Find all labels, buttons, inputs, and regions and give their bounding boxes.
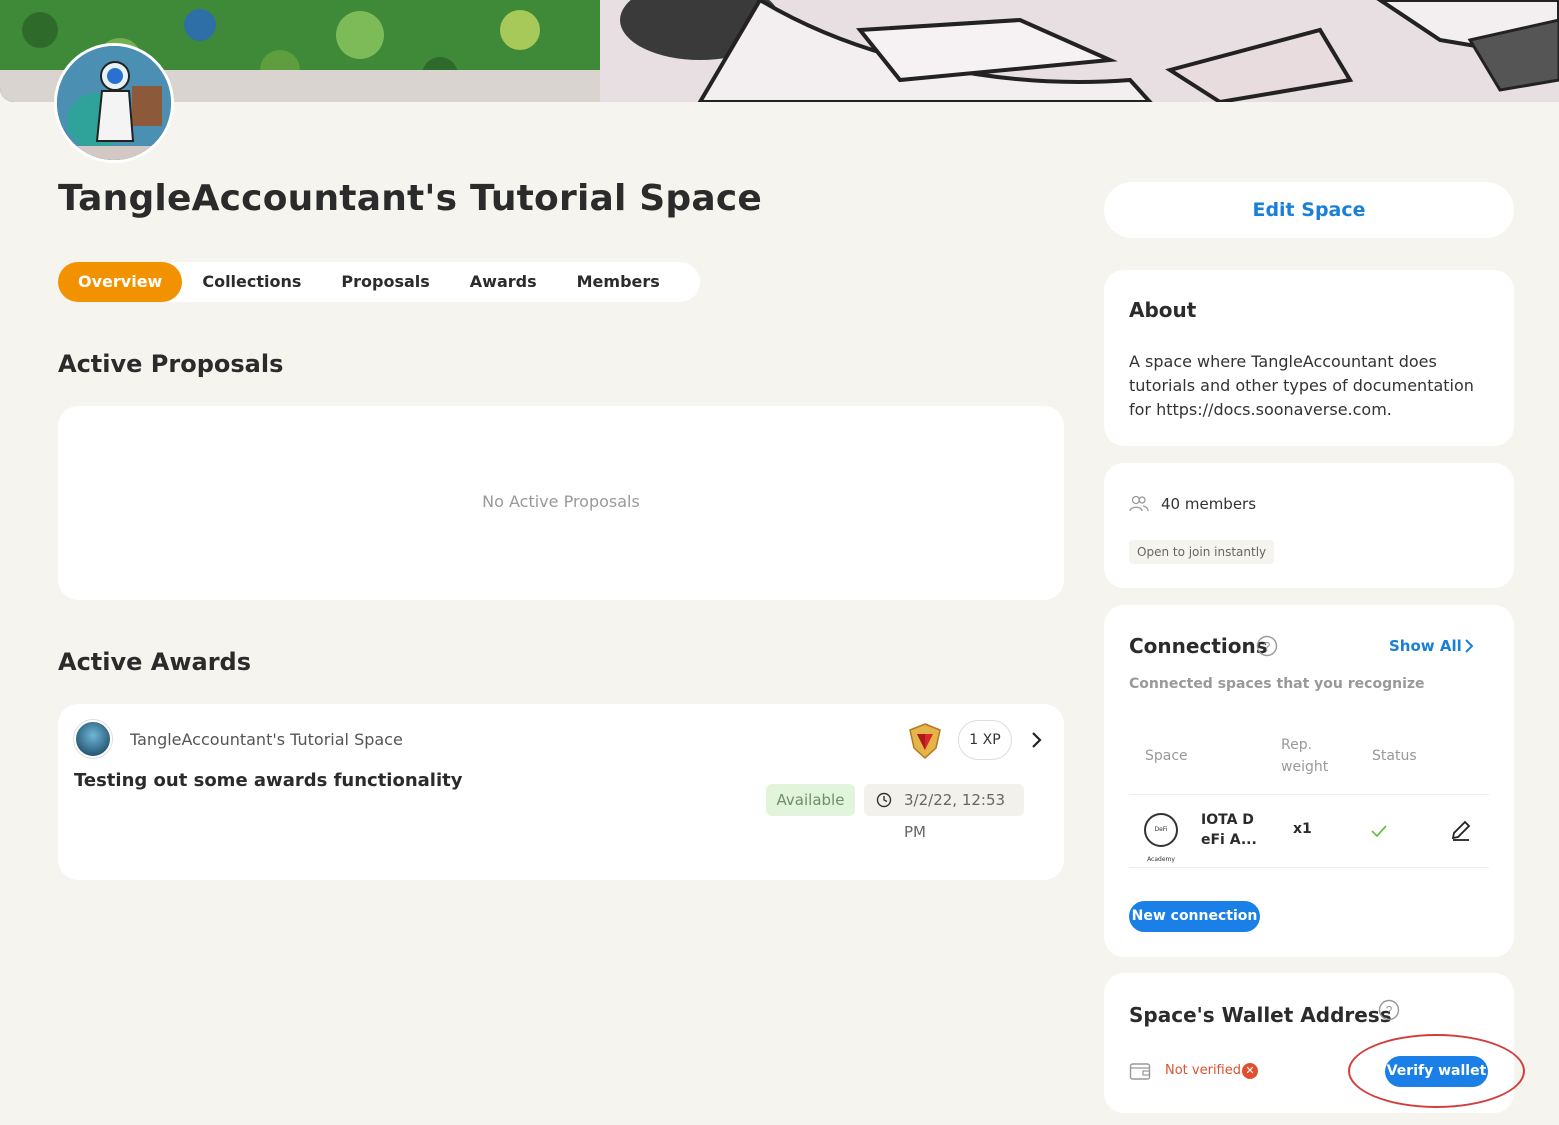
- col-rep-weight: Rep. weight: [1281, 734, 1328, 778]
- space-banner: [0, 0, 1559, 102]
- connection-logo: DeFi Academy: [1144, 813, 1178, 863]
- wallet-status: Not verified: [1165, 1063, 1241, 1078]
- tab-collections[interactable]: Collections: [182, 262, 321, 302]
- about-heading: About: [1129, 298, 1197, 322]
- verify-wallet-button[interactable]: Verify wallet: [1385, 1056, 1488, 1087]
- members-card: 40 members Open to join instantly: [1104, 463, 1514, 588]
- wallet-icon: [1129, 1061, 1151, 1085]
- award-title[interactable]: Testing out some awards functionality: [74, 770, 463, 791]
- col-status: Status: [1372, 748, 1417, 764]
- award-date-text: 3/2/22, 12:53 PM: [904, 791, 1006, 841]
- connections-subtitle: Connected spaces that you recognize: [1129, 676, 1425, 692]
- award-space-name[interactable]: TangleAccountant's Tutorial Space: [130, 730, 403, 749]
- check-icon: [1370, 823, 1388, 842]
- chevron-right-icon[interactable]: [1461, 636, 1477, 660]
- tab-awards[interactable]: Awards: [450, 262, 557, 302]
- svg-text:?: ?: [1386, 1004, 1393, 1018]
- members-count: 40 members: [1161, 495, 1257, 513]
- connections-heading: Connections: [1129, 634, 1268, 658]
- award-space-avatar: [74, 720, 112, 758]
- col-rep-weight-line1: Rep.: [1281, 737, 1313, 753]
- tab-overview[interactable]: Overview: [58, 262, 183, 302]
- help-icon[interactable]: ?: [1256, 635, 1278, 657]
- col-space: Space: [1145, 748, 1188, 764]
- about-text: A space where TangleAccountant does tuto…: [1129, 352, 1474, 419]
- wallet-card: Space's Wallet Address ? Not verified ✕ …: [1104, 973, 1514, 1113]
- tab-members[interactable]: Members: [557, 262, 680, 302]
- page-title: TangleAccountant's Tutorial Space: [58, 178, 762, 219]
- active-awards-heading: Active Awards: [58, 648, 252, 676]
- help-icon[interactable]: ?: [1378, 999, 1400, 1021]
- connections-card: Connections ? Show All Connected spaces …: [1104, 605, 1514, 957]
- pencil-icon[interactable]: [1450, 819, 1472, 845]
- connection-name-line1: IOTA D: [1201, 812, 1254, 828]
- new-connection-button[interactable]: New connection: [1129, 901, 1260, 932]
- xp-badge: 1 XP: [958, 720, 1012, 760]
- members-count-row[interactable]: 40 members: [1129, 495, 1256, 513]
- empty-proposals-text: No Active Proposals: [482, 492, 640, 511]
- chevron-right-icon[interactable]: [1026, 728, 1046, 752]
- open-to-join-badge: Open to join instantly: [1129, 540, 1275, 564]
- tab-proposals[interactable]: Proposals: [321, 262, 449, 302]
- close-circle-icon: ✕: [1242, 1063, 1258, 1079]
- show-all-link[interactable]: Show All: [1389, 637, 1462, 655]
- wallet-heading: Space's Wallet Address: [1129, 1003, 1392, 1027]
- connection-name-line2: eFi A...: [1201, 832, 1257, 848]
- divider: [1129, 867, 1489, 868]
- divider: [1129, 794, 1489, 795]
- award-date: 3/2/22, 12:53 PM: [864, 784, 1024, 841]
- space-avatar: [54, 43, 174, 163]
- clock-icon: [876, 792, 892, 808]
- svg-text:?: ?: [1264, 640, 1271, 654]
- edit-space-button[interactable]: Edit Space: [1104, 182, 1514, 238]
- tab-bar: Overview Collections Proposals Awards Me…: [58, 262, 700, 302]
- users-icon: [1129, 495, 1149, 512]
- ruby-shield-badge-icon: [906, 722, 944, 760]
- connection-weight: x1: [1293, 821, 1312, 837]
- status-badge: Available: [766, 784, 855, 816]
- active-proposals-heading: Active Proposals: [58, 350, 284, 378]
- connection-name[interactable]: IOTA D eFi A...: [1201, 810, 1261, 850]
- about-card: About A space where TangleAccountant doe…: [1104, 270, 1514, 446]
- col-rep-weight-line2: weight: [1281, 759, 1329, 775]
- proposals-card: No Active Proposals: [58, 406, 1064, 600]
- award-card[interactable]: TangleAccountant's Tutorial Space Testin…: [58, 704, 1064, 880]
